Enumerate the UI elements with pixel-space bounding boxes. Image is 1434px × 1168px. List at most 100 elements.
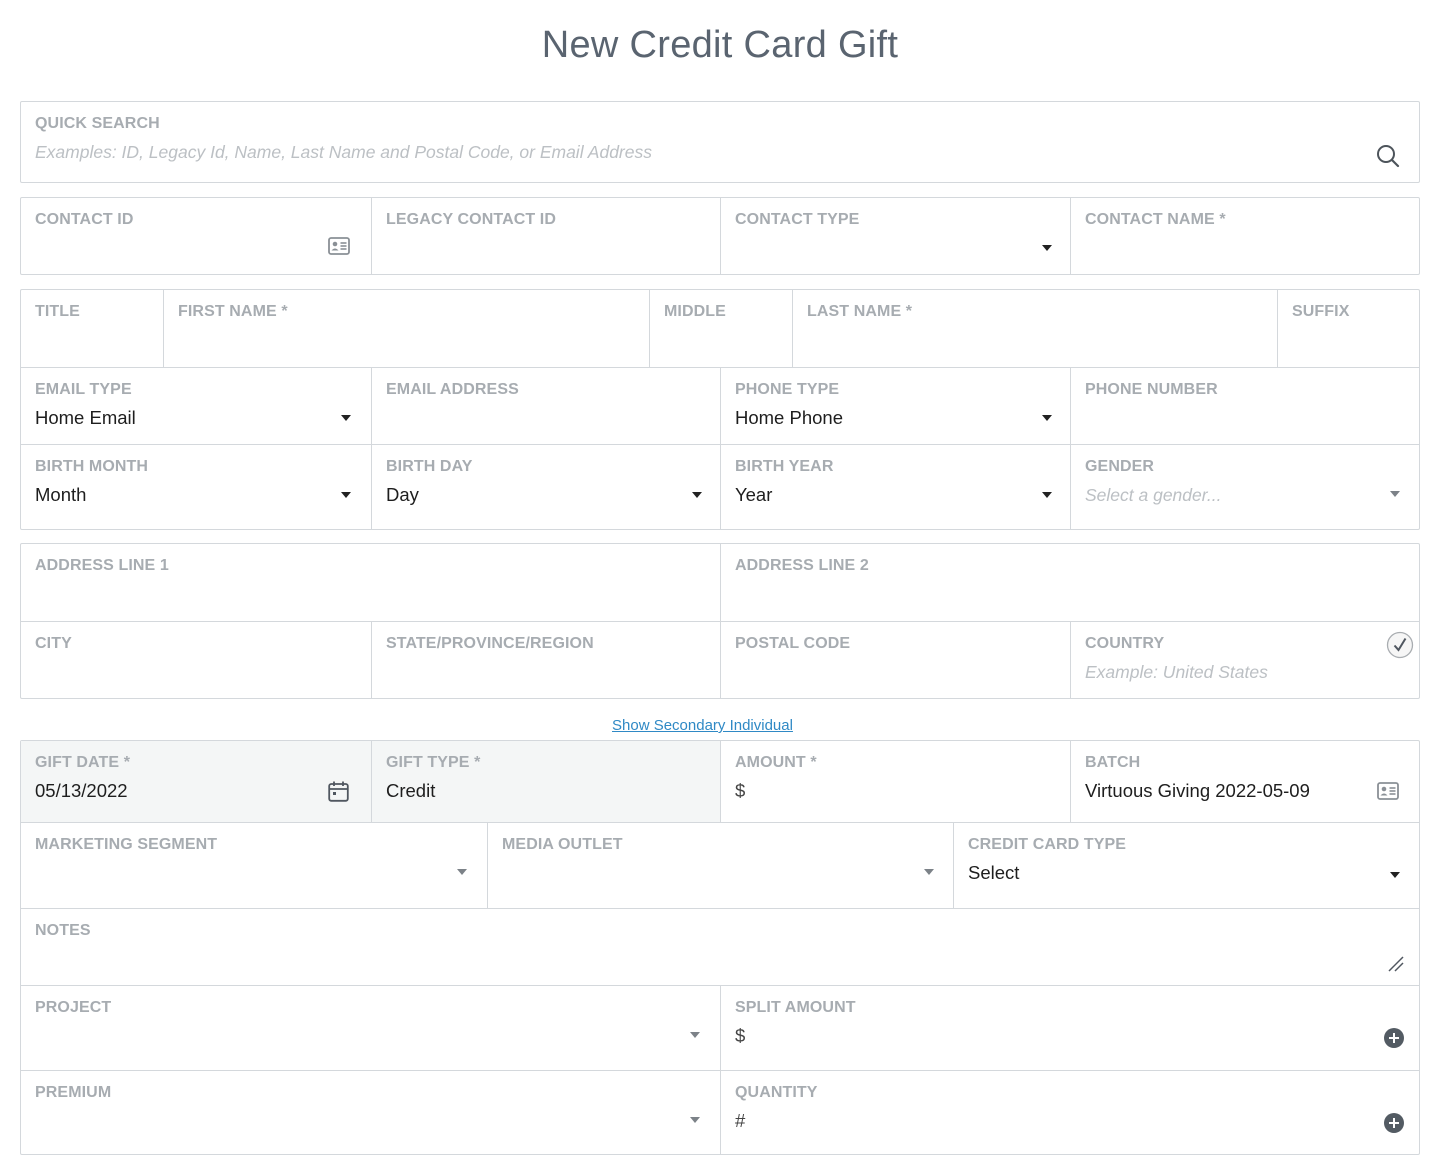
notes-label: NOTES bbox=[35, 922, 91, 939]
suffix-field[interactable]: SUFFIX bbox=[1277, 290, 1419, 367]
email-type-value: Home Email bbox=[35, 407, 136, 428]
calendar-icon[interactable] bbox=[328, 781, 349, 802]
amount-prefix: $ bbox=[735, 780, 746, 801]
gift-date-value: 05/13/2022 bbox=[35, 780, 128, 801]
plus-circle-icon[interactable] bbox=[1384, 1028, 1404, 1048]
gift-type-value: Credit bbox=[386, 780, 436, 801]
gender-placeholder: Select a gender... bbox=[1085, 485, 1222, 505]
country-field[interactable]: COUNTRY Example: United States bbox=[1070, 622, 1419, 698]
chevron-down-icon[interactable] bbox=[341, 492, 351, 498]
chevron-down-icon[interactable] bbox=[924, 869, 934, 875]
phone-type-value: Home Phone bbox=[735, 407, 843, 428]
quick-search-input[interactable]: Examples: ID, Legacy Id, Name, Last Name… bbox=[35, 142, 652, 163]
amount-field[interactable]: AMOUNT * $ bbox=[720, 741, 1070, 822]
chevron-down-icon[interactable] bbox=[1390, 872, 1400, 878]
chevron-down-icon[interactable] bbox=[1042, 492, 1052, 498]
birth-month-label: BIRTH MONTH bbox=[35, 458, 149, 475]
page-title: New Credit Card Gift bbox=[541, 24, 899, 66]
email-type-select[interactable]: EMAIL TYPE Home Email bbox=[21, 368, 371, 444]
batch-field[interactable]: BATCH Virtuous Giving 2022-05-09 bbox=[1070, 741, 1419, 822]
address-line-1-field[interactable]: ADDRESS LINE 1 bbox=[21, 544, 720, 621]
address-line-2-field[interactable]: ADDRESS LINE 2 bbox=[720, 544, 1419, 621]
amount-label: AMOUNT * bbox=[735, 754, 817, 771]
gift-type-field[interactable]: GIFT TYPE * Credit bbox=[371, 741, 720, 822]
chevron-down-icon[interactable] bbox=[341, 415, 351, 421]
state-label: STATE/PROVINCE/REGION bbox=[386, 635, 594, 652]
chevron-down-icon[interactable] bbox=[1390, 491, 1400, 497]
city-field[interactable]: CITY bbox=[21, 622, 371, 698]
legacy-contact-id-label: LEGACY CONTACT ID bbox=[386, 211, 556, 228]
chevron-down-icon[interactable] bbox=[1042, 415, 1052, 421]
project-select[interactable]: PROJECT bbox=[21, 986, 720, 1070]
phone-number-label: PHONE NUMBER bbox=[1085, 381, 1218, 398]
legacy-contact-id-field[interactable]: LEGACY CONTACT ID bbox=[371, 198, 720, 274]
state-field[interactable]: STATE/PROVINCE/REGION bbox=[371, 622, 720, 698]
gender-select[interactable]: GENDER Select a gender... bbox=[1070, 445, 1419, 529]
premium-label: PREMIUM bbox=[35, 1084, 112, 1101]
quantity-prefix: # bbox=[735, 1110, 746, 1131]
credit-card-type-select[interactable]: CREDIT CARD TYPE Select bbox=[953, 823, 1419, 908]
postal-code-field[interactable]: POSTAL CODE bbox=[720, 622, 1070, 698]
gift-section: GIFT DATE * 05/13/2022 GIFT TYPE * Credi… bbox=[20, 740, 1420, 1155]
address-line-1-label: ADDRESS LINE 1 bbox=[35, 557, 169, 574]
contact-id-label: CONTACT ID bbox=[35, 211, 134, 228]
email-address-label: EMAIL ADDRESS bbox=[386, 381, 519, 398]
project-label: PROJECT bbox=[35, 999, 112, 1016]
credit-card-type-value: Select bbox=[968, 862, 1020, 883]
id-card-icon[interactable] bbox=[1377, 782, 1399, 800]
birth-month-value: Month bbox=[35, 484, 87, 505]
birth-month-select[interactable]: BIRTH MONTH Month bbox=[21, 445, 371, 529]
marketing-segment-select[interactable]: MARKETING SEGMENT bbox=[21, 823, 487, 908]
quick-search-field[interactable]: QUICK SEARCH Examples: ID, Legacy Id, Na… bbox=[21, 102, 1419, 182]
phone-number-field[interactable]: PHONE NUMBER bbox=[1070, 368, 1419, 444]
title-field[interactable]: TITLE bbox=[21, 290, 163, 367]
middle-name-field[interactable]: MIDDLE bbox=[649, 290, 792, 367]
quantity-field[interactable]: QUANTITY # bbox=[720, 1071, 1419, 1154]
last-name-field[interactable]: LAST NAME * bbox=[792, 290, 1277, 367]
chevron-down-icon[interactable] bbox=[692, 492, 702, 498]
phone-type-label: PHONE TYPE bbox=[735, 381, 840, 398]
gift-date-field[interactable]: GIFT DATE * 05/13/2022 bbox=[21, 741, 371, 822]
country-label: COUNTRY bbox=[1085, 635, 1165, 652]
country-placeholder: Example: United States bbox=[1085, 662, 1268, 682]
contact-id-field[interactable]: CONTACT ID bbox=[21, 198, 371, 274]
gender-label: GENDER bbox=[1085, 458, 1155, 475]
notes-textarea[interactable]: NOTES bbox=[21, 909, 1419, 985]
split-amount-field[interactable]: SPLIT AMOUNT $ bbox=[720, 986, 1419, 1070]
gift-date-label: GIFT DATE * bbox=[35, 754, 131, 771]
credit-card-type-label: CREDIT CARD TYPE bbox=[968, 836, 1127, 853]
contact-type-select[interactable]: CONTACT TYPE bbox=[720, 198, 1070, 274]
search-icon[interactable] bbox=[1376, 144, 1400, 168]
chevron-down-icon[interactable] bbox=[690, 1032, 700, 1038]
birth-year-select[interactable]: BIRTH YEAR Year bbox=[720, 445, 1070, 529]
birth-day-value: Day bbox=[386, 484, 419, 505]
birth-day-select[interactable]: BIRTH DAY Day bbox=[371, 445, 720, 529]
id-card-icon[interactable] bbox=[328, 237, 350, 255]
email-address-field[interactable]: EMAIL ADDRESS bbox=[371, 368, 720, 444]
phone-type-select[interactable]: PHONE TYPE Home Phone bbox=[720, 368, 1070, 444]
last-name-label: LAST NAME * bbox=[807, 303, 913, 320]
contact-name-field[interactable]: CONTACT NAME * bbox=[1070, 198, 1419, 274]
contact-name-label: CONTACT NAME * bbox=[1085, 211, 1226, 228]
premium-select[interactable]: PREMIUM bbox=[21, 1071, 720, 1154]
contact-type-label: CONTACT TYPE bbox=[735, 211, 860, 228]
chevron-down-icon[interactable] bbox=[690, 1117, 700, 1123]
show-secondary-individual-link[interactable]: Show Secondary Individual bbox=[612, 717, 793, 734]
split-amount-prefix: $ bbox=[735, 1025, 746, 1046]
media-outlet-select[interactable]: MEDIA OUTLET bbox=[487, 823, 953, 908]
quick-search-section: QUICK SEARCH Examples: ID, Legacy Id, Na… bbox=[20, 101, 1420, 183]
first-name-field[interactable]: FIRST NAME * bbox=[163, 290, 649, 367]
gift-type-label: GIFT TYPE * bbox=[386, 754, 481, 771]
plus-circle-icon[interactable] bbox=[1384, 1113, 1404, 1133]
quick-search-label: QUICK SEARCH bbox=[35, 115, 160, 132]
resize-handle-icon[interactable] bbox=[1387, 955, 1405, 973]
chevron-down-icon[interactable] bbox=[1042, 245, 1052, 251]
chevron-down-icon[interactable] bbox=[457, 869, 467, 875]
city-label: CITY bbox=[35, 635, 72, 652]
birth-year-label: BIRTH YEAR bbox=[735, 458, 834, 475]
postal-code-label: POSTAL CODE bbox=[735, 635, 851, 652]
address-section: ADDRESS LINE 1 ADDRESS LINE 2 CITY STATE… bbox=[20, 543, 1420, 699]
birth-year-value: Year bbox=[735, 484, 773, 505]
title-label: TITLE bbox=[35, 303, 80, 320]
check-circle-icon bbox=[1386, 631, 1414, 659]
